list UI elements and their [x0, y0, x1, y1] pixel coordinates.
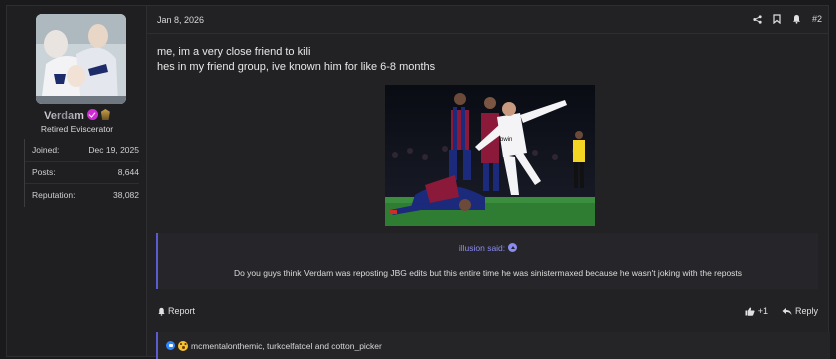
react-button[interactable]: +1	[745, 306, 768, 316]
username-row: Verdam	[7, 109, 147, 122]
bookmark-icon[interactable]	[773, 14, 781, 24]
user-sidebar: Verdam Retired Eviscerator Joined: Dec 1…	[7, 6, 147, 356]
post-number[interactable]: #2	[812, 14, 822, 24]
username[interactable]: Verdam	[44, 110, 84, 122]
stat-value: 38,082	[113, 190, 139, 201]
reply-icon	[782, 307, 792, 315]
bell-icon	[158, 307, 165, 316]
verified-badge-icon	[86, 109, 98, 120]
react-count: +1	[757, 306, 768, 316]
share-icon[interactable]	[753, 14, 762, 24]
stat-label: Posts:	[32, 167, 56, 178]
user-stats: Joined: Dec 19, 2025 Posts: 8,644 Reputa…	[24, 139, 139, 207]
stat-reputation: Reputation: 38,082	[25, 184, 139, 207]
quote-text: Do you guys think Verdam was reposting J…	[233, 268, 743, 278]
like-reaction-icon	[166, 341, 175, 350]
stat-label: Reputation:	[32, 190, 76, 201]
quote-author-label[interactable]: illusion said:	[459, 243, 505, 253]
post-header: Jan 8, 2026 #2	[147, 6, 828, 34]
user-title: Retired Eviscerator	[40, 124, 114, 134]
stat-label: Joined:	[32, 144, 60, 155]
svg-text:bwin: bwin	[500, 137, 512, 143]
bell-icon[interactable]	[792, 14, 801, 24]
stat-posts: Posts: 8,644	[25, 162, 139, 184]
post-actions: Report +1 Reply	[157, 306, 818, 320]
rank-badge-icon	[100, 109, 110, 120]
post-date[interactable]: Jan 8, 2026	[157, 15, 204, 25]
reply-label: Reply	[794, 306, 818, 316]
stat-joined: Joined: Dec 19, 2025	[25, 139, 139, 162]
reactions-bar[interactable]: mcmentalonthemic, turkcelfatcel and cott…	[156, 332, 830, 359]
post-body: me, im a very close friend to kili hes i…	[157, 45, 435, 74]
post-line: me, im a very close friend to kili	[157, 46, 311, 58]
post-header-icons: #2	[753, 14, 822, 24]
thumbs-up-icon	[745, 307, 755, 316]
quote-up-arrow-icon[interactable]	[508, 243, 518, 252]
avatar[interactable]	[36, 14, 126, 104]
reactions-users[interactable]: mcmentalonthemic, turkcelfatcel and cott…	[191, 341, 382, 351]
quote-block: illusion said: Do you guys think Verdam …	[156, 233, 818, 289]
reply-button[interactable]: Reply	[782, 306, 818, 316]
quote-author[interactable]: illusion said:	[158, 243, 818, 253]
stat-value: 8,644	[117, 167, 139, 178]
right-actions: +1 Reply	[745, 306, 818, 316]
wow-reaction-icon	[178, 340, 188, 351]
forum-post: Verdam Retired Eviscerator Joined: Dec 1…	[6, 5, 830, 359]
post-image[interactable]: bwin	[385, 85, 595, 226]
report-button[interactable]: Report	[157, 306, 195, 316]
post-main: Jan 8, 2026 #2 me, im a very close frien…	[147, 6, 830, 359]
report-label: Report	[168, 306, 196, 316]
post-line: hes in my friend group, ive known him fo…	[157, 60, 436, 73]
stat-value: Dec 19, 2025	[88, 144, 139, 155]
